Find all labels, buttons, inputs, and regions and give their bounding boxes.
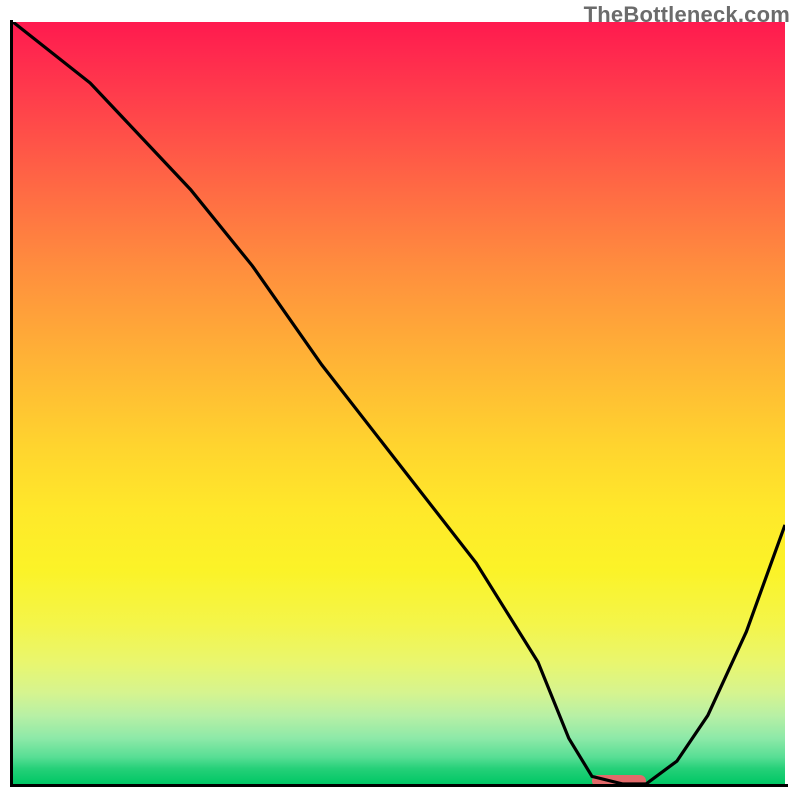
bottleneck-curve [13,22,785,784]
plot-area [13,22,785,784]
x-axis [10,784,788,787]
chart-frame: TheBottleneck.com [0,0,800,800]
y-axis [10,20,13,787]
chart-svg [13,22,785,784]
